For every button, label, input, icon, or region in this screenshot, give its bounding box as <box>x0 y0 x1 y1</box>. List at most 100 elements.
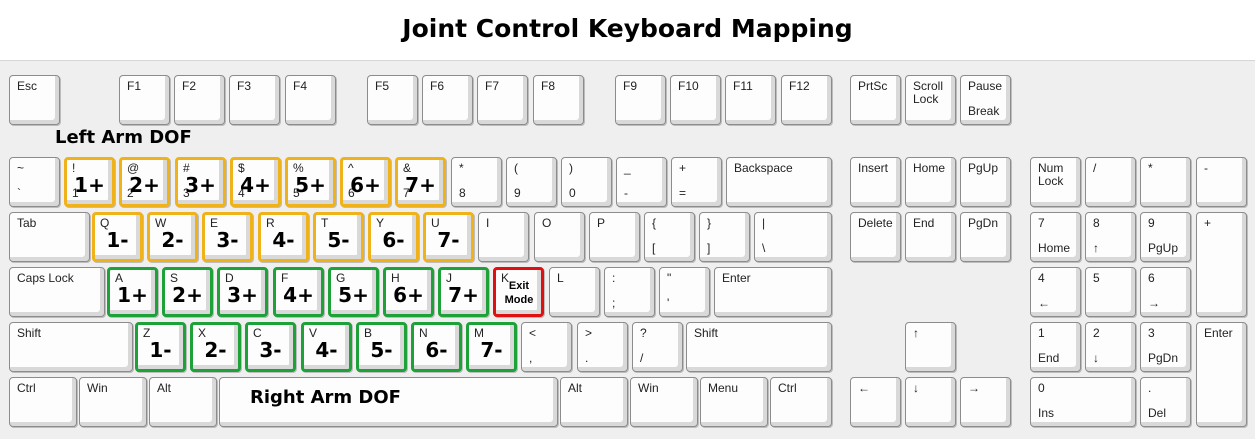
key-lbracket[interactable]: {[ <box>644 212 695 262</box>
key-d4[interactable]: $4 4+ <box>230 157 281 207</box>
key-f7[interactable]: F7 <box>477 75 528 125</box>
key-q[interactable]: Q 1- <box>92 212 143 262</box>
key-n[interactable]: N 6- <box>411 322 462 372</box>
key-period[interactable]: >. <box>577 322 628 372</box>
key-d3[interactable]: #3 3+ <box>175 157 226 207</box>
key-rctrl[interactable]: Ctrl <box>770 377 832 427</box>
key-num7[interactable]: 7 Home <box>1030 212 1081 262</box>
key-d1[interactable]: ! 1 1+ <box>64 157 115 207</box>
key-y[interactable]: Y 6- <box>368 212 419 262</box>
key-num6[interactable]: 6 → <box>1140 267 1191 317</box>
key-pause[interactable]: Pause Break <box>960 75 1011 125</box>
key-num2[interactable]: 2 ↓ <box>1085 322 1136 372</box>
key-num0[interactable]: 0 Ins <box>1030 377 1136 427</box>
key-left[interactable]: ← <box>850 377 901 427</box>
key-f2[interactable]: F2 <box>174 75 225 125</box>
key-slash[interactable]: ? / <box>632 322 683 372</box>
key-ralt[interactable]: Alt <box>560 377 628 427</box>
key-a[interactable]: A 1+ <box>107 267 158 317</box>
key-u[interactable]: U 7- <box>423 212 474 262</box>
key-numslash[interactable]: / <box>1085 157 1136 207</box>
key-z[interactable]: Z 1- <box>135 322 186 372</box>
key-d6[interactable]: ^ 6 6+ <box>340 157 391 207</box>
key-end[interactable]: End <box>905 212 956 262</box>
key-d[interactable]: D 3+ <box>217 267 268 317</box>
key-delete[interactable]: Delete <box>850 212 901 262</box>
key-num4[interactable]: 4 ← <box>1030 267 1081 317</box>
key-num8[interactable]: 8 ↑ <box>1085 212 1136 262</box>
key-k[interactable]: K Exit Mode <box>493 267 544 317</box>
key-d8[interactable]: * 8 <box>451 157 502 207</box>
key-f11[interactable]: F11 <box>725 75 776 125</box>
key-lshift[interactable]: Shift <box>9 322 133 372</box>
key-numstar[interactable]: * <box>1140 157 1191 207</box>
key-insert[interactable]: Insert <box>850 157 901 207</box>
key-numplus[interactable]: + <box>1196 212 1247 317</box>
key-f3[interactable]: F3 <box>229 75 280 125</box>
key-backspace[interactable]: Backspace <box>726 157 832 207</box>
key-f[interactable]: F 4+ <box>273 267 324 317</box>
key-l[interactable]: L <box>549 267 600 317</box>
key-pgdn[interactable]: PgDn <box>960 212 1011 262</box>
key-f10[interactable]: F10 <box>670 75 721 125</box>
key-p[interactable]: P <box>589 212 640 262</box>
key-f9[interactable]: F9 <box>615 75 666 125</box>
key-numminus[interactable]: - <box>1196 157 1247 207</box>
key-numlock[interactable]: Num Lock <box>1030 157 1081 207</box>
key-comma[interactable]: <, <box>521 322 572 372</box>
key-h[interactable]: H 6+ <box>383 267 434 317</box>
key-num9[interactable]: 9 PgUp <box>1140 212 1191 262</box>
key-scrolllock[interactable]: Scroll Lock <box>905 75 956 125</box>
key-lalt[interactable]: Alt <box>149 377 217 427</box>
key-semicolon[interactable]: :; <box>604 267 655 317</box>
key-numenter[interactable]: Enter <box>1196 322 1247 427</box>
key-r[interactable]: R 4- <box>258 212 309 262</box>
key-lwin[interactable]: Win <box>79 377 147 427</box>
key-d2[interactable]: @2 2+ <box>119 157 170 207</box>
key-f5[interactable]: F5 <box>367 75 418 125</box>
key-d0[interactable]: ) 0 <box>561 157 612 207</box>
key-f12[interactable]: F12 <box>781 75 832 125</box>
key-d7[interactable]: & 7 7+ <box>395 157 446 207</box>
key-capslock[interactable]: Caps Lock <box>9 267 105 317</box>
key-f4[interactable]: F4 <box>285 75 336 125</box>
key-v[interactable]: V 4- <box>301 322 352 372</box>
key-c[interactable]: C 3- <box>245 322 296 372</box>
key-d9[interactable]: (9 <box>506 157 557 207</box>
key-b[interactable]: B 5- <box>356 322 407 372</box>
key-j[interactable]: J 7+ <box>438 267 489 317</box>
key-f1[interactable]: F1 <box>119 75 170 125</box>
key-rwin[interactable]: Win <box>630 377 698 427</box>
key-backtick[interactable]: ~ ` <box>9 157 60 207</box>
key-numdot[interactable]: . Del <box>1140 377 1191 427</box>
key-right[interactable]: → <box>960 377 1011 427</box>
key-s[interactable]: S 2+ <box>162 267 213 317</box>
key-pgup[interactable]: PgUp <box>960 157 1011 207</box>
key-tab[interactable]: Tab <box>9 212 90 262</box>
key-up[interactable]: ↑ <box>905 322 956 372</box>
key-x[interactable]: X 2- <box>190 322 241 372</box>
key-prtsc[interactable]: PrtSc <box>850 75 901 125</box>
key-i[interactable]: I <box>478 212 529 262</box>
key-g[interactable]: G 5+ <box>328 267 379 317</box>
key-backslash[interactable]: | \ <box>754 212 832 262</box>
key-esc[interactable]: Esc <box>9 75 60 125</box>
key-num1[interactable]: 1 End <box>1030 322 1081 372</box>
key-menu[interactable]: Menu <box>700 377 768 427</box>
key-m[interactable]: M 7- <box>466 322 517 372</box>
key-quote[interactable]: " ' <box>659 267 710 317</box>
key-o[interactable]: O <box>534 212 585 262</box>
key-e[interactable]: E 3- <box>202 212 253 262</box>
key-lctrl[interactable]: Ctrl <box>9 377 77 427</box>
key-f8[interactable]: F8 <box>533 75 584 125</box>
key-t[interactable]: T 5- <box>313 212 364 262</box>
key-minus[interactable]: _ - <box>616 157 667 207</box>
key-down[interactable]: ↓ <box>905 377 956 427</box>
key-enter[interactable]: Enter <box>714 267 832 317</box>
key-num3[interactable]: 3 PgDn <box>1140 322 1191 372</box>
key-rbracket[interactable]: }] <box>699 212 750 262</box>
key-equals[interactable]: + = <box>671 157 722 207</box>
key-num5[interactable]: 5 <box>1085 267 1136 317</box>
key-rshift[interactable]: Shift <box>686 322 832 372</box>
key-w[interactable]: W 2- <box>147 212 198 262</box>
